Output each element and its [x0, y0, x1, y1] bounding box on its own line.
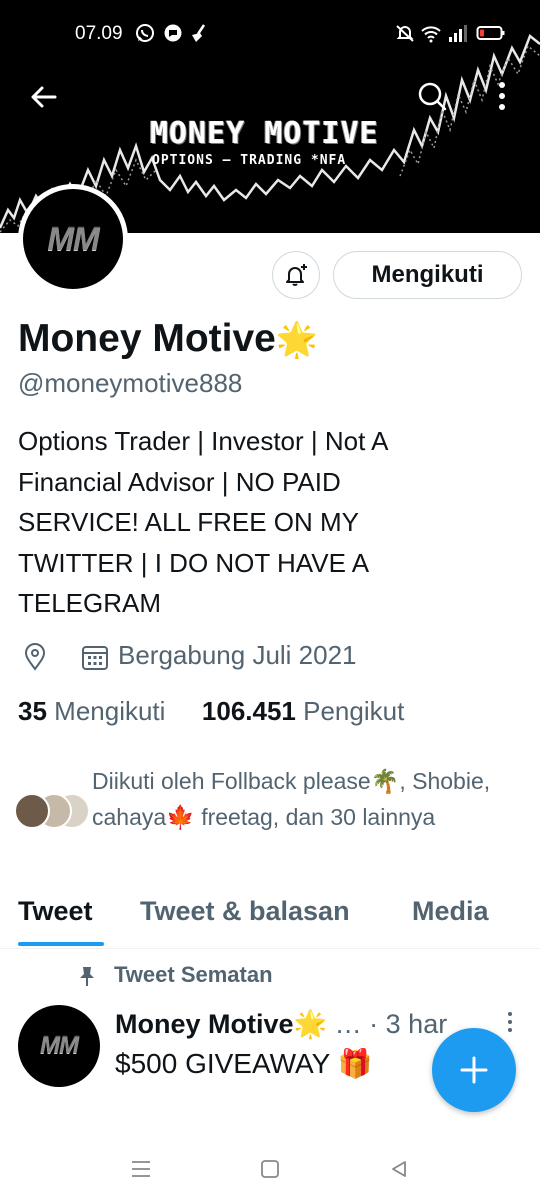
follower-avatar-1: [14, 793, 50, 829]
avatar-logo-text: MM: [47, 220, 99, 257]
back-triangle-icon: [392, 1161, 406, 1177]
tab-tweet[interactable]: Tweet: [18, 896, 93, 927]
tweet-header: Money Motive🌟 … · 3 har: [115, 1008, 447, 1040]
broom-icon: [192, 24, 206, 42]
back-button[interactable]: [22, 75, 66, 119]
followed-by-avatars[interactable]: [14, 793, 94, 833]
notification-bell-button[interactable]: [272, 251, 320, 299]
compose-tweet-button[interactable]: [432, 1028, 516, 1112]
profile-name: Money Motive🌟: [18, 314, 318, 365]
joined-date: Bergabung Juli 2021: [118, 640, 357, 670]
home-square-icon: [261, 1160, 279, 1178]
battery-icon: [476, 26, 505, 40]
following-count: 35: [18, 696, 47, 726]
chat-bubble-icon: [164, 24, 182, 42]
followers-count: 106.451: [201, 696, 296, 726]
system-back-button[interactable]: [384, 1154, 414, 1184]
tab-tweet-replies[interactable]: Tweet & balasan: [140, 896, 350, 927]
bell-plus-icon: [286, 264, 307, 286]
status-time: 07.09: [75, 23, 123, 44]
back-arrow-icon: [31, 86, 57, 108]
following-button[interactable]: Mengikuti: [333, 251, 522, 299]
tweet-avatar-logo-text: MM: [40, 1032, 79, 1059]
recent-apps-button[interactable]: [126, 1154, 156, 1184]
tweet-text: $500 GIVEAWAY 🎁: [115, 1048, 373, 1079]
pin-icon: [80, 967, 94, 986]
wifi-icon: [421, 26, 441, 43]
plus-icon: [460, 1056, 488, 1084]
pinned-tweet-label: Tweet Sematan: [114, 962, 273, 987]
active-tab-indicator: [18, 942, 104, 946]
tweet-time: · 3 har: [369, 1009, 448, 1039]
followed-by-text[interactable]: Diikuti oleh Follback please🌴, Shobie, c…: [92, 763, 522, 835]
search-button[interactable]: [410, 74, 454, 118]
whatsapp-icon: [136, 24, 154, 42]
tweet-more-icon[interactable]: [500, 1010, 520, 1034]
calendar-icon: [82, 646, 108, 670]
following-link[interactable]: 35 Mengikuti: [18, 696, 165, 726]
tweet-author-avatar[interactable]: MM: [18, 1005, 100, 1087]
location-icon: [24, 643, 46, 671]
status-bar: 07.09: [0, 0, 540, 66]
more-options-button[interactable]: [480, 74, 524, 118]
banner-title: MONEY MOTIVE: [150, 116, 379, 151]
followers-link[interactable]: 106.451 Pengikut: [202, 696, 404, 726]
banner-subtitle: OPTIONS — TRADING *NFA: [152, 153, 347, 168]
profile-bio: Options Trader | Investor | Not A Financ…: [18, 426, 388, 618]
tweet-ellipsis: …: [334, 1009, 362, 1039]
star-emoji: 🌟: [275, 321, 319, 359]
tab-media[interactable]: Media: [412, 896, 489, 927]
tweet-author-name[interactable]: Money Motive🌟: [115, 1009, 327, 1039]
mute-icon: [396, 25, 414, 42]
more-vertical-icon: [499, 82, 505, 110]
profile-tabs: Tweet Tweet & balasan Media: [0, 886, 540, 949]
menu-lines-icon: [132, 1161, 150, 1177]
profile-avatar[interactable]: MM: [18, 184, 128, 294]
profile-name-text: Money Motive: [18, 317, 276, 360]
followers-label: Pengikut: [303, 696, 405, 726]
home-button[interactable]: [255, 1154, 285, 1184]
signal-icon: [449, 25, 467, 42]
profile-handle: @moneymotive888: [18, 368, 243, 398]
following-label: Mengikuti: [54, 696, 166, 726]
system-navigation-bar: [0, 1140, 540, 1200]
follow-counts: 35 Mengikuti 106.451 Pengikut: [18, 696, 404, 727]
search-icon: [418, 82, 447, 111]
